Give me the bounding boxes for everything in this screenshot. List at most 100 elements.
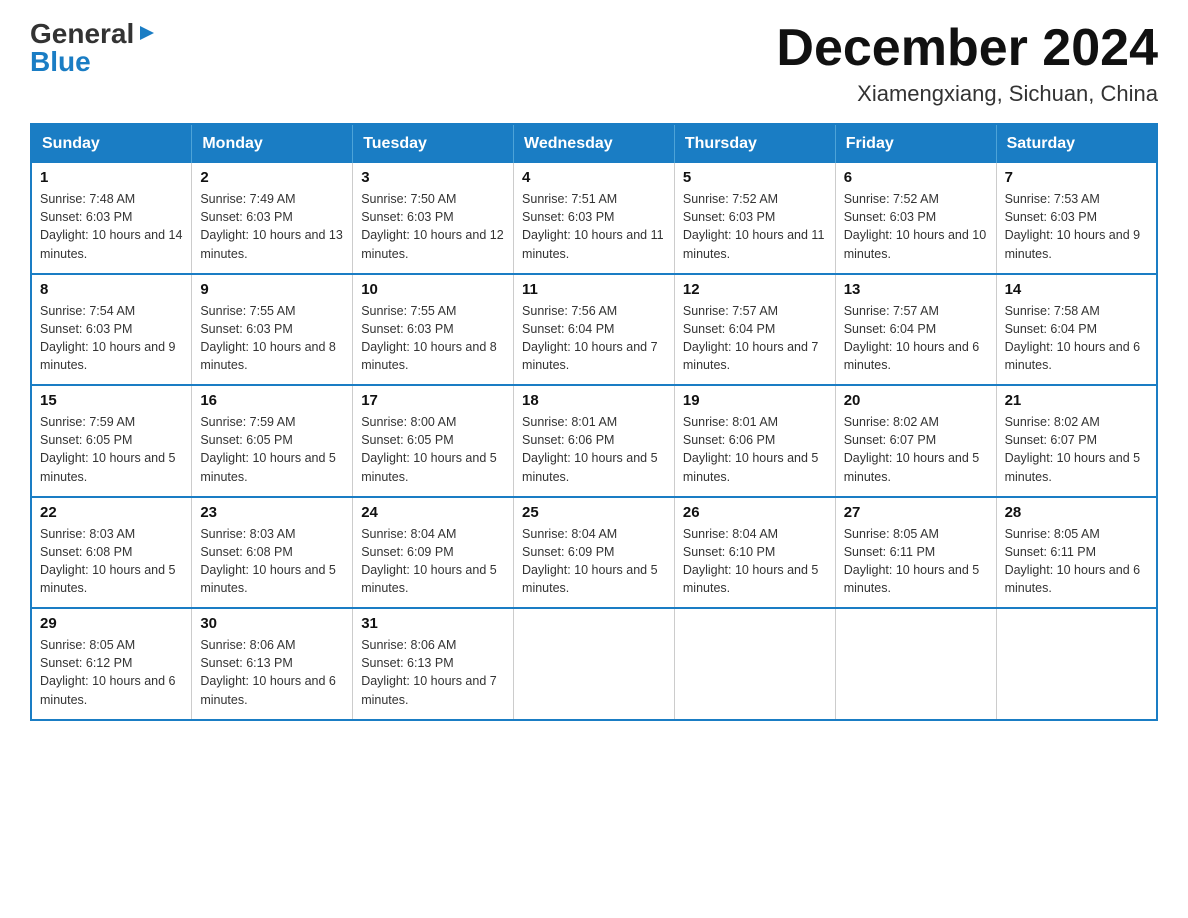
- day-number: 3: [361, 169, 505, 186]
- calendar-cell: 20 Sunrise: 8:02 AMSunset: 6:07 PMDaylig…: [835, 385, 996, 497]
- day-info: Sunrise: 8:06 AMSunset: 6:13 PMDaylight:…: [361, 638, 497, 706]
- calendar-header-row: SundayMondayTuesdayWednesdayThursdayFrid…: [31, 124, 1157, 163]
- day-info: Sunrise: 8:02 AMSunset: 6:07 PMDaylight:…: [1005, 415, 1141, 483]
- calendar-cell: 11 Sunrise: 7:56 AMSunset: 6:04 PMDaylig…: [514, 274, 675, 386]
- day-info: Sunrise: 7:56 AMSunset: 6:04 PMDaylight:…: [522, 304, 658, 372]
- day-number: 24: [361, 504, 505, 521]
- day-number: 16: [200, 392, 344, 409]
- calendar-cell: 7 Sunrise: 7:53 AMSunset: 6:03 PMDayligh…: [996, 163, 1157, 274]
- day-number: 31: [361, 615, 505, 632]
- calendar-cell: 19 Sunrise: 8:01 AMSunset: 6:06 PMDaylig…: [674, 385, 835, 497]
- header-friday: Friday: [835, 124, 996, 163]
- calendar-cell: 3 Sunrise: 7:50 AMSunset: 6:03 PMDayligh…: [353, 163, 514, 274]
- day-number: 26: [683, 504, 827, 521]
- day-number: 29: [40, 615, 183, 632]
- day-number: 15: [40, 392, 183, 409]
- calendar-cell: 28 Sunrise: 8:05 AMSunset: 6:11 PMDaylig…: [996, 497, 1157, 609]
- day-number: 25: [522, 504, 666, 521]
- calendar-cell: 13 Sunrise: 7:57 AMSunset: 6:04 PMDaylig…: [835, 274, 996, 386]
- calendar-week-4: 22 Sunrise: 8:03 AMSunset: 6:08 PMDaylig…: [31, 497, 1157, 609]
- day-number: 27: [844, 504, 988, 521]
- calendar-cell: 4 Sunrise: 7:51 AMSunset: 6:03 PMDayligh…: [514, 163, 675, 274]
- calendar-cell: 29 Sunrise: 8:05 AMSunset: 6:12 PMDaylig…: [31, 608, 192, 720]
- day-number: 6: [844, 169, 988, 186]
- header-thursday: Thursday: [674, 124, 835, 163]
- day-info: Sunrise: 8:04 AMSunset: 6:09 PMDaylight:…: [522, 527, 658, 595]
- day-number: 9: [200, 281, 344, 298]
- calendar-cell: 25 Sunrise: 8:04 AMSunset: 6:09 PMDaylig…: [514, 497, 675, 609]
- calendar-cell: 14 Sunrise: 7:58 AMSunset: 6:04 PMDaylig…: [996, 274, 1157, 386]
- calendar-cell: 31 Sunrise: 8:06 AMSunset: 6:13 PMDaylig…: [353, 608, 514, 720]
- day-number: 4: [522, 169, 666, 186]
- calendar-week-1: 1 Sunrise: 7:48 AMSunset: 6:03 PMDayligh…: [31, 163, 1157, 274]
- day-number: 30: [200, 615, 344, 632]
- day-number: 10: [361, 281, 505, 298]
- day-number: 17: [361, 392, 505, 409]
- day-info: Sunrise: 8:04 AMSunset: 6:10 PMDaylight:…: [683, 527, 819, 595]
- month-title: December 2024: [776, 20, 1158, 77]
- logo-blue-text: Blue: [30, 46, 91, 77]
- header-wednesday: Wednesday: [514, 124, 675, 163]
- day-info: Sunrise: 8:01 AMSunset: 6:06 PMDaylight:…: [683, 415, 819, 483]
- day-number: 28: [1005, 504, 1148, 521]
- calendar-cell: 16 Sunrise: 7:59 AMSunset: 6:05 PMDaylig…: [192, 385, 353, 497]
- calendar-cell: 30 Sunrise: 8:06 AMSunset: 6:13 PMDaylig…: [192, 608, 353, 720]
- day-number: 12: [683, 281, 827, 298]
- day-info: Sunrise: 7:57 AMSunset: 6:04 PMDaylight:…: [683, 304, 819, 372]
- calendar-cell: 27 Sunrise: 8:05 AMSunset: 6:11 PMDaylig…: [835, 497, 996, 609]
- day-info: Sunrise: 8:05 AMSunset: 6:11 PMDaylight:…: [1005, 527, 1141, 595]
- day-info: Sunrise: 7:55 AMSunset: 6:03 PMDaylight:…: [200, 304, 336, 372]
- header-saturday: Saturday: [996, 124, 1157, 163]
- calendar-cell: 8 Sunrise: 7:54 AMSunset: 6:03 PMDayligh…: [31, 274, 192, 386]
- calendar-cell: 9 Sunrise: 7:55 AMSunset: 6:03 PMDayligh…: [192, 274, 353, 386]
- header-monday: Monday: [192, 124, 353, 163]
- day-number: 11: [522, 281, 666, 298]
- day-info: Sunrise: 8:05 AMSunset: 6:12 PMDaylight:…: [40, 638, 176, 706]
- calendar-cell: [514, 608, 675, 720]
- calendar-week-3: 15 Sunrise: 7:59 AMSunset: 6:05 PMDaylig…: [31, 385, 1157, 497]
- page-header: General Blue December 2024 Xiamengxiang,…: [30, 20, 1158, 107]
- calendar-cell: 26 Sunrise: 8:04 AMSunset: 6:10 PMDaylig…: [674, 497, 835, 609]
- day-info: Sunrise: 7:50 AMSunset: 6:03 PMDaylight:…: [361, 192, 503, 260]
- day-info: Sunrise: 7:52 AMSunset: 6:03 PMDaylight:…: [844, 192, 986, 260]
- day-info: Sunrise: 8:00 AMSunset: 6:05 PMDaylight:…: [361, 415, 497, 483]
- day-number: 13: [844, 281, 988, 298]
- calendar-cell: 6 Sunrise: 7:52 AMSunset: 6:03 PMDayligh…: [835, 163, 996, 274]
- day-number: 18: [522, 392, 666, 409]
- day-number: 14: [1005, 281, 1148, 298]
- day-info: Sunrise: 7:49 AMSunset: 6:03 PMDaylight:…: [200, 192, 342, 260]
- day-info: Sunrise: 7:59 AMSunset: 6:05 PMDaylight:…: [40, 415, 176, 483]
- header-sunday: Sunday: [31, 124, 192, 163]
- day-number: 2: [200, 169, 344, 186]
- day-info: Sunrise: 7:57 AMSunset: 6:04 PMDaylight:…: [844, 304, 980, 372]
- calendar-cell: 12 Sunrise: 7:57 AMSunset: 6:04 PMDaylig…: [674, 274, 835, 386]
- day-info: Sunrise: 7:54 AMSunset: 6:03 PMDaylight:…: [40, 304, 176, 372]
- calendar-cell: 1 Sunrise: 7:48 AMSunset: 6:03 PMDayligh…: [31, 163, 192, 274]
- calendar-cell: 15 Sunrise: 7:59 AMSunset: 6:05 PMDaylig…: [31, 385, 192, 497]
- day-number: 8: [40, 281, 183, 298]
- calendar-cell: 10 Sunrise: 7:55 AMSunset: 6:03 PMDaylig…: [353, 274, 514, 386]
- calendar-cell: 22 Sunrise: 8:03 AMSunset: 6:08 PMDaylig…: [31, 497, 192, 609]
- day-info: Sunrise: 7:51 AMSunset: 6:03 PMDaylight:…: [522, 192, 664, 260]
- calendar-cell: 24 Sunrise: 8:04 AMSunset: 6:09 PMDaylig…: [353, 497, 514, 609]
- day-info: Sunrise: 8:03 AMSunset: 6:08 PMDaylight:…: [40, 527, 176, 595]
- day-info: Sunrise: 7:53 AMSunset: 6:03 PMDaylight:…: [1005, 192, 1141, 260]
- location-title: Xiamengxiang, Sichuan, China: [776, 81, 1158, 107]
- calendar-cell: [835, 608, 996, 720]
- day-info: Sunrise: 7:58 AMSunset: 6:04 PMDaylight:…: [1005, 304, 1141, 372]
- calendar-cell: 23 Sunrise: 8:03 AMSunset: 6:08 PMDaylig…: [192, 497, 353, 609]
- day-info: Sunrise: 7:59 AMSunset: 6:05 PMDaylight:…: [200, 415, 336, 483]
- day-number: 1: [40, 169, 183, 186]
- calendar-cell: 21 Sunrise: 8:02 AMSunset: 6:07 PMDaylig…: [996, 385, 1157, 497]
- day-info: Sunrise: 8:06 AMSunset: 6:13 PMDaylight:…: [200, 638, 336, 706]
- day-info: Sunrise: 8:02 AMSunset: 6:07 PMDaylight:…: [844, 415, 980, 483]
- title-block: December 2024 Xiamengxiang, Sichuan, Chi…: [776, 20, 1158, 107]
- header-tuesday: Tuesday: [353, 124, 514, 163]
- calendar-cell: [674, 608, 835, 720]
- day-number: 7: [1005, 169, 1148, 186]
- calendar-cell: 5 Sunrise: 7:52 AMSunset: 6:03 PMDayligh…: [674, 163, 835, 274]
- day-number: 22: [40, 504, 183, 521]
- day-number: 20: [844, 392, 988, 409]
- day-info: Sunrise: 7:48 AMSunset: 6:03 PMDaylight:…: [40, 192, 182, 260]
- day-number: 19: [683, 392, 827, 409]
